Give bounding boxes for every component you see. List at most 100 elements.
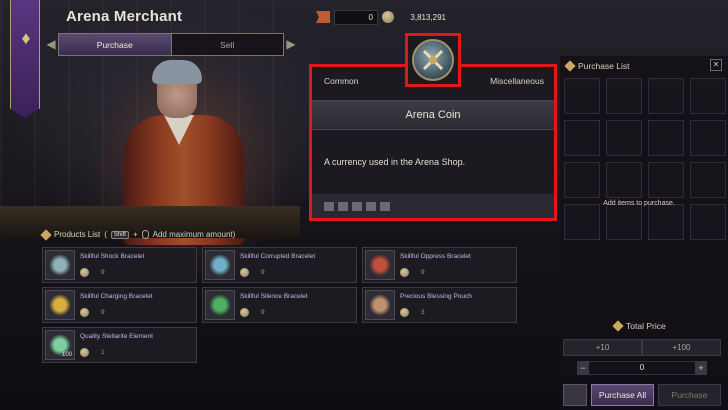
purchase-list-slot[interactable]	[606, 120, 642, 156]
product-price: 9	[240, 308, 265, 317]
product-card[interactable]: 100 Quality Stellarite Element 1	[42, 327, 197, 363]
purchase-list-empty-text: Add items to purchase.	[603, 200, 675, 207]
product-price: 3	[400, 308, 425, 317]
product-name: Skillful Charging Bracelet	[80, 293, 153, 300]
ticket-amount: 0	[334, 9, 378, 25]
product-price: 9	[80, 308, 105, 317]
item-tooltip: Common Miscellaneous Arena Coin A curren…	[309, 64, 557, 221]
purchase-list-slot[interactable]	[564, 120, 600, 156]
product-card[interactable]: Skillful Oppress Bracelet 9	[362, 247, 517, 283]
product-price: 9	[240, 268, 265, 277]
arena-coin-icon	[412, 39, 454, 81]
ticket-icon	[316, 11, 330, 23]
decrease-button[interactable]: −	[577, 361, 589, 375]
products-list-header: Products List ( Shift + Add maximum amou…	[40, 228, 236, 241]
quantity-value[interactable]: 0	[589, 361, 695, 375]
arena-coin-icon	[80, 348, 89, 357]
quantity-stepper: − 0 +	[577, 361, 707, 375]
product-price-value: 9	[261, 269, 265, 276]
bracelet-icon	[45, 290, 75, 320]
product-card[interactable]: Skillful Shock Bracelet 9	[42, 247, 197, 283]
purchase-list-slot[interactable]	[690, 204, 726, 240]
no-sell-icon	[352, 201, 362, 211]
purchase-list-slot[interactable]	[648, 204, 684, 240]
item-icon-frame	[405, 33, 461, 87]
tooltip-flags	[312, 194, 554, 218]
coin-bag-icon: ♦	[21, 28, 31, 48]
purchase-list-slot[interactable]	[606, 204, 642, 240]
product-price-value: 3	[421, 309, 425, 316]
no-dismantle-icon	[366, 201, 376, 211]
increase-button[interactable]: +	[695, 361, 707, 375]
purchase-button[interactable]: Purchase	[658, 384, 721, 406]
close-icon[interactable]: ✕	[710, 59, 722, 71]
add-10-button[interactable]: +10	[563, 339, 642, 356]
total-price-title: Total Price	[626, 321, 666, 331]
product-price: 9	[400, 268, 425, 277]
purchase-list-slot[interactable]	[648, 120, 684, 156]
mouse-click-icon	[141, 230, 149, 239]
purchase-list-slot[interactable]	[564, 162, 600, 198]
purchase-list-slot[interactable]	[648, 78, 684, 114]
product-name: Skillful Silence Bracelet	[240, 293, 308, 300]
purchase-list-slot[interactable]	[690, 162, 726, 198]
product-card[interactable]: Skillful Silence Bracelet 9	[202, 287, 357, 323]
purchase-list-slot[interactable]	[648, 162, 684, 198]
purchase-list-title: Purchase List	[578, 61, 630, 71]
arena-coin-icon	[400, 308, 409, 317]
products-hint-open: (	[104, 230, 107, 239]
item-name: Arena Coin	[405, 109, 461, 121]
no-trade-icon	[324, 201, 334, 211]
currency-bar: 0 3,813,291	[316, 9, 450, 25]
tab-purchase[interactable]: Purchase	[59, 34, 172, 55]
diamond-icon	[40, 228, 52, 241]
products-grid: Skillful Shock Bracelet 9 Skillful Corrupt…	[42, 247, 517, 363]
quantity-add-row: +10 +100	[563, 339, 721, 356]
purchase-list-slot[interactable]	[606, 78, 642, 114]
add-100-button[interactable]: +100	[642, 339, 721, 356]
no-destroy-icon	[380, 201, 390, 211]
arena-coin-icon	[240, 268, 249, 277]
item-description: A currency used in the Arena Shop.	[324, 157, 466, 167]
tab-right-arrow-icon[interactable]: ▶	[284, 35, 298, 54]
product-price-value: 9	[261, 309, 265, 316]
purchase-all-button[interactable]: Purchase All	[591, 384, 654, 406]
item-type: Miscellaneous	[490, 76, 544, 86]
purchase-list-slot[interactable]	[564, 78, 600, 114]
item-rarity: Common	[324, 76, 359, 86]
product-price-value: 9	[101, 269, 105, 276]
bracelet-icon	[45, 250, 75, 280]
pouch-icon	[365, 290, 395, 320]
plus-sign: +	[132, 230, 138, 239]
merchant-banner: ♦	[10, 0, 40, 118]
arena-coin-icon	[80, 268, 89, 277]
reset-button[interactable]	[563, 384, 587, 406]
tab-left-arrow-icon[interactable]: ◀	[44, 35, 58, 54]
shift-key: Shift	[110, 230, 129, 239]
product-name: Quality Stellarite Element	[80, 333, 153, 340]
arena-coin-icon	[400, 268, 409, 277]
product-card[interactable]: Skillful Charging Bracelet 9	[42, 287, 197, 323]
bracelet-icon	[365, 250, 395, 280]
bracelet-icon	[205, 290, 235, 320]
product-card[interactable]: Skillful Corrupted Bracelet 9	[202, 247, 357, 283]
product-name: Skillful Shock Bracelet	[80, 253, 145, 260]
purchase-list-slot[interactable]	[690, 120, 726, 156]
purchase-list-slot[interactable]	[606, 162, 642, 198]
purchase-list-slot[interactable]	[690, 78, 726, 114]
arena-coin-icon	[80, 308, 89, 317]
tab-sell[interactable]: Sell	[172, 34, 284, 55]
product-price-value: 9	[101, 309, 105, 316]
purchase-list-slot[interactable]	[564, 204, 600, 240]
bracelet-icon	[205, 250, 235, 280]
products-hint: Add maximum amount)	[152, 230, 236, 239]
product-card[interactable]: Precious Blessing Pouch 3	[362, 287, 517, 323]
purchase-list-grid	[564, 78, 726, 240]
product-name: Skillful Oppress Bracelet	[400, 253, 471, 260]
stack-count: 100	[61, 352, 72, 358]
arena-coin-icon	[240, 308, 249, 317]
silver-amount: 3,813,291	[410, 12, 446, 22]
product-price: 9	[80, 268, 105, 277]
total-price-header: Total Price	[612, 320, 666, 332]
item-name-bar: Arena Coin	[312, 100, 554, 130]
